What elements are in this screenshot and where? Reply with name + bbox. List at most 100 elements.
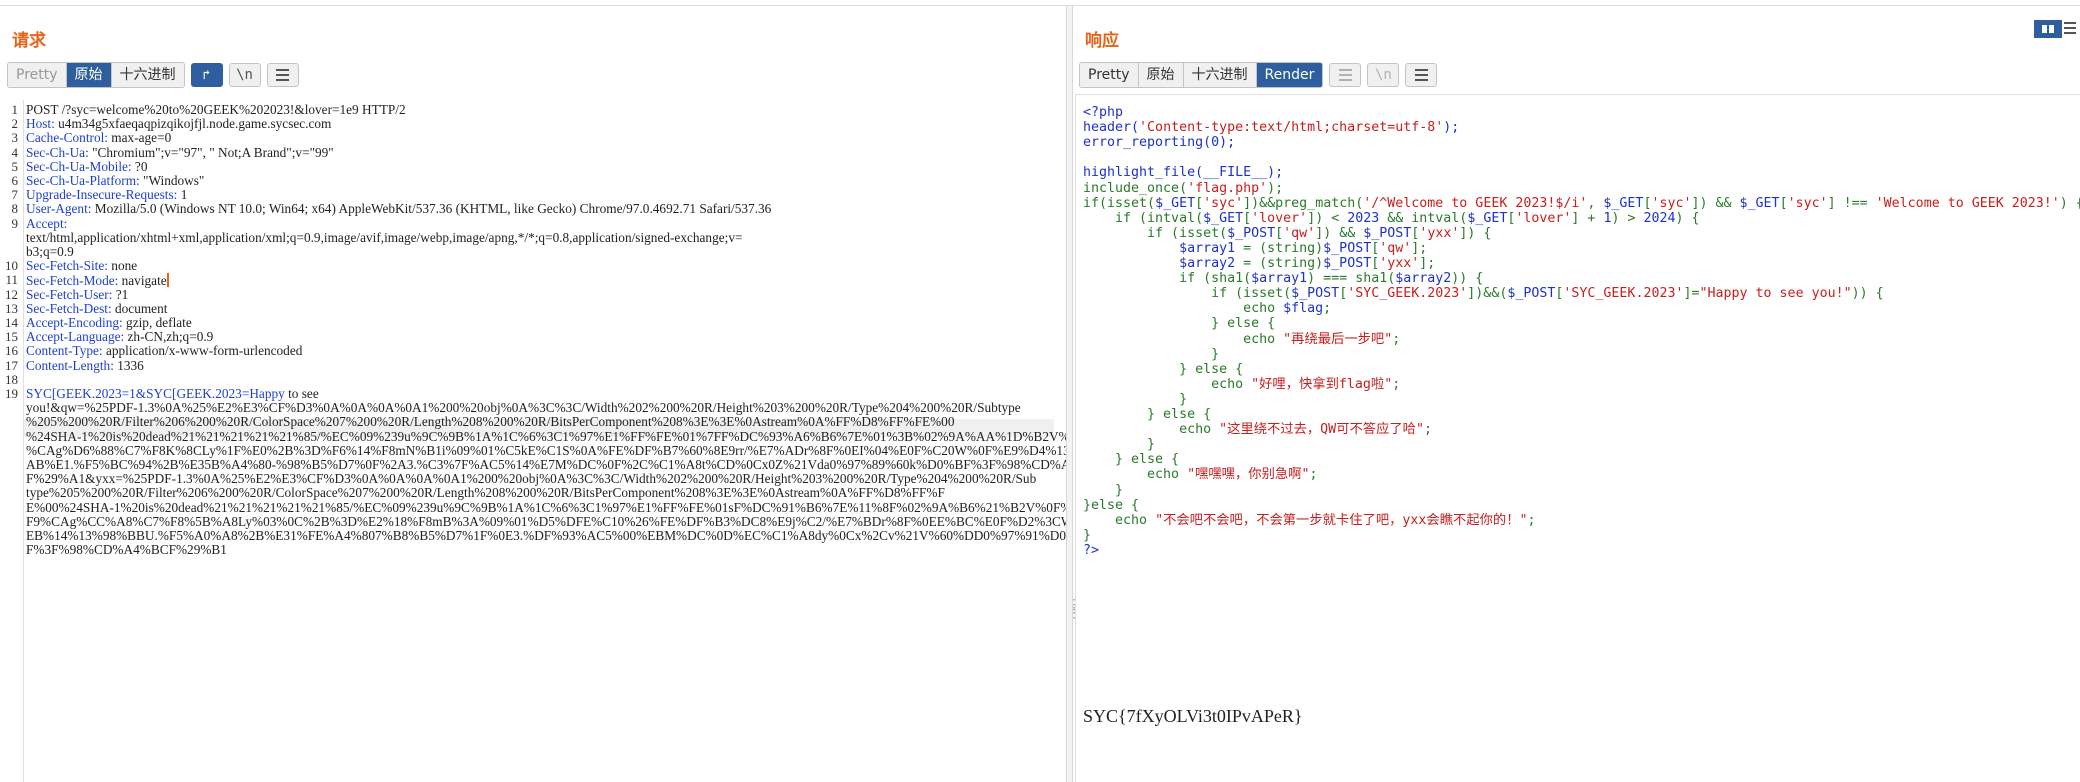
wrap-lines-button[interactable]: ↱ (190, 63, 223, 87)
header-value: 1336 (113, 357, 144, 373)
code-token: ]) && (1315, 225, 1364, 241)
request-menu-button[interactable] (266, 63, 299, 87)
header-value: gzip, deflate (122, 315, 192, 330)
burp-repeater-view: 请求 Pretty 原始 十六进制 ↱ \n 1 POST /?syc=welcome… (0, 0, 2080, 782)
request-tab[interactable]: 十六进制 (111, 63, 184, 87)
code-token: ])&&preg_match( (1243, 195, 1364, 211)
request-line: Accept-Language: zh-CN,zh;q=0.9 (26, 330, 213, 344)
code-token: ); (1219, 135, 1236, 151)
code-token: ) > (1611, 210, 1644, 226)
request-line: text/html,application/xhtml+xml,applicat… (26, 229, 743, 245)
line-number: 5 (11, 158, 19, 174)
code-token: $_POST (1323, 240, 1372, 256)
code-token: = (string) (1235, 240, 1324, 256)
code-token: 'Content-type:text/html;charset=utf-8' (1139, 120, 1444, 136)
header-value: b3;q=0.9 (26, 244, 74, 259)
header-value: F%29%A1&yxx=%25PDF-1.3%0A%25%E2%E3%CF%D3… (26, 471, 1037, 487)
response-panel: 响应 Pretty 原始 十六进制 Render \n <?php header('Co… (1071, 6, 2080, 782)
line-number: 14 (5, 315, 18, 330)
show-newlines-button[interactable]: \n (228, 63, 261, 87)
code-token: } else { (1083, 316, 1276, 332)
code-token: <?php (1083, 105, 1124, 120)
code-token: [ (1275, 225, 1284, 241)
code-token: )) { (1851, 286, 1884, 302)
header-value: %205%200%20R/Filter%206%200%20R/ColorSpa… (26, 414, 955, 430)
request-tab[interactable]: 原始 (66, 63, 112, 87)
code-token: 'SYC_GEEK.2023' (1347, 286, 1468, 302)
header-value: 1 (177, 187, 188, 203)
header-value: max-age=0 (107, 130, 172, 146)
code-line: error_reporting(0); (1083, 134, 1235, 152)
code-token: }else { (1083, 497, 1140, 513)
code-token: "嘿嘿嘿，你别急啊" (1187, 467, 1310, 483)
request-line: Host: u4m34g5xfaeqaqpizqikojfjl.node.gam… (26, 117, 331, 131)
line-number: 6 (11, 173, 19, 188)
line-number: 19 (5, 386, 18, 401)
code-token: echo (1083, 512, 1156, 528)
code-token: } (1083, 391, 1188, 407)
code-token: echo (1083, 301, 1284, 317)
request-editor[interactable]: 1 POST /?syc=welcome%20to%20GEEK%202023!&… (0, 100, 1066, 782)
code-token: ]) && (1691, 195, 1740, 211)
response-tab[interactable]: 十六进制 (1183, 63, 1257, 87)
response-wrap-button[interactable] (1329, 63, 1362, 87)
code-token: $_POST (1227, 225, 1276, 241)
request-title: 请求 (12, 31, 46, 51)
request-line: F%29%A1&yxx=%25PDF-1.3%0A%25%E2%E3%CF%D3… (26, 472, 1036, 486)
code-token: if (sha1( (1083, 271, 1252, 287)
code-token: 'Welcome to GEEK 2023!' (1875, 195, 2060, 211)
code-token: ] + (1571, 210, 1604, 226)
code-token: 'qw' (1379, 240, 1412, 256)
response-newline-button[interactable]: \n (1367, 63, 1400, 87)
code-token: [ (1243, 210, 1252, 226)
header-value: E%00%24SHA-1%20is%20dead%21%21%21%21%21%… (26, 499, 1066, 515)
code-token: "好哩，快拿到flag啦" (1251, 376, 1393, 392)
header-key: Sec-Fetch-Dest: (26, 300, 112, 316)
request-line: Upgrade-Insecure-Requests: 1 (26, 188, 187, 202)
line-number: 7 (11, 187, 19, 203)
line-number: 3 (11, 130, 19, 146)
header-value: u4m34g5xfaeqaqpizqikojfjl.node.game.sycs… (54, 116, 332, 132)
header-key: Accept-Language: (26, 329, 125, 345)
code-token: if(isset( (1083, 195, 1156, 211)
header-value: text/html,application/xhtml+xml,applicat… (26, 229, 743, 245)
code-line: ?> (1083, 542, 1099, 560)
code-token: if (intval( (1083, 210, 1204, 226)
header-key: Cache-Control: (26, 130, 108, 146)
request-tab[interactable]: Pretty (8, 63, 67, 87)
menu-icon (276, 69, 290, 81)
header-value: "Chromium";v="97", " Not;A Brand";v="99" (88, 144, 334, 160)
code-token: error_reporting( (1083, 135, 1212, 151)
code-token: $_GET (1155, 195, 1196, 211)
request-line: b3;q=0.9 (26, 245, 74, 259)
request-line: Sec-Ch-Ua: "Chromium";v="97", " Not;A Br… (26, 144, 334, 160)
header-key: Sec-Ch-Ua: (26, 144, 89, 160)
response-tab[interactable]: Render (1256, 63, 1323, 87)
code-token: && intval( (1379, 210, 1468, 226)
request-line: Accept: (26, 216, 67, 231)
request-line: AB%E1.%F5%BC%94%2B%E35B%A4%80-%98%B5%D7%… (26, 458, 1066, 472)
request-line: Content-Type: application/x-www-form-url… (26, 344, 302, 358)
split-layout-button[interactable] (2034, 20, 2062, 38)
code-token: [ (1339, 286, 1348, 302)
line-number: 1 (11, 102, 19, 117)
layout-menu-button[interactable] (2064, 20, 2080, 36)
code-token: 'yxx' (1379, 256, 1420, 271)
header-value: document (111, 300, 168, 316)
code-token: } (1083, 527, 1092, 543)
response-tab[interactable]: Pretty (1080, 63, 1139, 87)
response-menu-button[interactable] (1405, 63, 1438, 87)
code-token: ); (1267, 180, 1284, 196)
code-token: '/^Welcome to GEEK 2023!$/i' (1363, 195, 1588, 211)
code-line: echo "不会吧不会吧，不会第一步就卡住了吧，yxx会瞧不起你的！"; (1083, 512, 1536, 530)
header-value: you!&qw=%25PDF-1.3%0A%25%E2%E3%CF%D3%0A%… (26, 400, 1021, 416)
header-key: Accept-Encoding: (26, 315, 123, 330)
code-token: $_GET (1203, 210, 1244, 226)
code-token: echo (1083, 376, 1252, 392)
request-view-tabs: Pretty 原始 十六进制 (7, 62, 185, 88)
code-token: ; (1423, 422, 1432, 438)
request-line: SYC[GEEK.2023=1&SYC[GEEK.2023=Happy to s… (26, 387, 319, 401)
response-tab[interactable]: 原始 (1138, 63, 1184, 87)
code-token: $_GET (1467, 210, 1508, 226)
header-key: SYC[GEEK.2023=1&SYC[GEEK.2023=Happy (26, 386, 285, 401)
